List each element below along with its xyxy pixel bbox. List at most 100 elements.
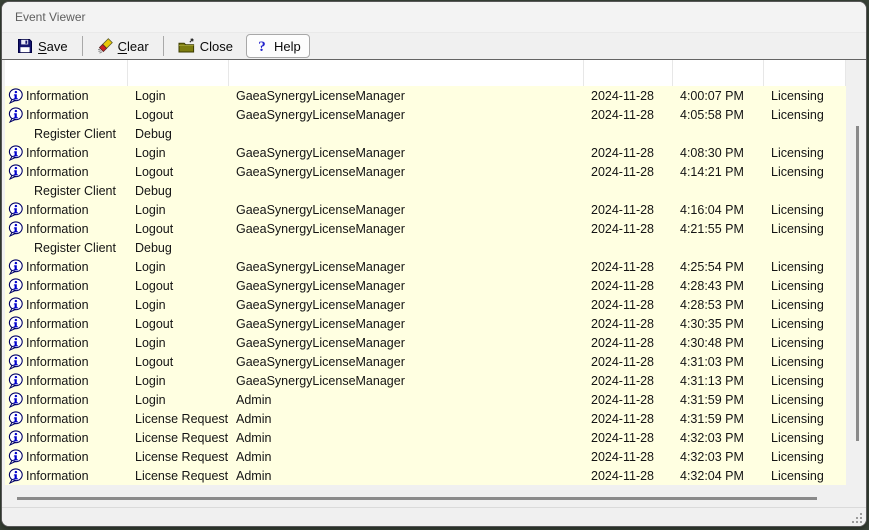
column-header-date[interactable]: [584, 60, 673, 86]
cell-user: Admin: [229, 466, 584, 485]
save-button[interactable]: Save: [8, 34, 77, 58]
cell-id: Debug: [128, 238, 229, 257]
cell-type: Information: [5, 276, 128, 295]
table-row[interactable]: InformationLicense RequestAdmin2024-11-2…: [5, 466, 846, 485]
cell-type: Information: [5, 447, 128, 466]
table-row[interactable]: InformationLoginGaeaSynergyLicenseManage…: [5, 371, 846, 390]
horizontal-scrollbar[interactable]: [2, 486, 847, 507]
cell-time: 4:28:53 PM: [673, 295, 764, 314]
window-title: Event Viewer: [2, 10, 85, 24]
cell-user: GaeaSynergyLicenseManager: [229, 314, 584, 333]
table-row[interactable]: Register ClientDebug: [5, 124, 846, 143]
cell-date: 2024-11-28: [584, 276, 673, 295]
table-row[interactable]: InformationLogoutGaeaSynergyLicenseManag…: [5, 276, 846, 295]
column-header-time[interactable]: [673, 60, 764, 86]
resize-grip[interactable]: [850, 511, 862, 523]
cell-id: License Request: [128, 447, 229, 466]
cell-category: Licensing: [764, 105, 846, 124]
cell-category: [764, 124, 846, 143]
cell-type: Register Client: [5, 238, 128, 257]
cell-category: Licensing: [764, 314, 846, 333]
information-icon: [7, 411, 24, 427]
close-button[interactable]: Close: [169, 34, 242, 58]
cell-type-label: Information: [26, 298, 89, 312]
cell-date: 2024-11-28: [584, 105, 673, 124]
table-row[interactable]: InformationLoginAdmin2024-11-284:31:59 P…: [5, 390, 846, 409]
cell-id: Logout: [128, 314, 229, 333]
table-row[interactable]: InformationLogoutGaeaSynergyLicenseManag…: [5, 219, 846, 238]
cell-user: GaeaSynergyLicenseManager: [229, 219, 584, 238]
cell-type: Information: [5, 219, 128, 238]
horizontal-scrollbar-thumb[interactable]: [17, 497, 817, 500]
information-icon: [7, 221, 24, 237]
cell-type-label: Information: [26, 89, 89, 103]
table-row[interactable]: InformationLogoutGaeaSynergyLicenseManag…: [5, 352, 846, 371]
column-header-type[interactable]: [5, 60, 128, 86]
table-row[interactable]: InformationLicense RequestAdmin2024-11-2…: [5, 428, 846, 447]
cell-id: Login: [128, 295, 229, 314]
cell-time: 4:00:07 PM: [673, 86, 764, 105]
information-icon: [7, 278, 24, 294]
cell-id: License Request: [128, 428, 229, 447]
cell-date: 2024-11-28: [584, 143, 673, 162]
cell-time: 4:16:04 PM: [673, 200, 764, 219]
cell-user: GaeaSynergyLicenseManager: [229, 257, 584, 276]
cell-id: Login: [128, 333, 229, 352]
cell-date: [584, 181, 673, 200]
cell-category: Licensing: [764, 371, 846, 390]
event-viewer-window: Event Viewer Save Clear Close?Help Informa…: [1, 1, 867, 527]
table-row[interactable]: InformationLoginGaeaSynergyLicenseManage…: [5, 333, 846, 352]
cell-time: 4:30:48 PM: [673, 333, 764, 352]
cell-type-label: Register Client: [34, 184, 116, 198]
help-button[interactable]: ?Help: [246, 34, 310, 58]
clear-button-label: Clear: [118, 39, 149, 54]
cell-date: 2024-11-28: [584, 390, 673, 409]
table-row[interactable]: InformationLoginGaeaSynergyLicenseManage…: [5, 86, 846, 105]
information-icon: [7, 354, 24, 370]
table-row[interactable]: InformationLoginGaeaSynergyLicenseManage…: [5, 200, 846, 219]
column-header-id[interactable]: [128, 60, 229, 86]
cell-type-label: Information: [26, 393, 89, 407]
cell-time: 4:31:59 PM: [673, 409, 764, 428]
cell-id: Login: [128, 257, 229, 276]
table-row[interactable]: Register Client Debug: [5, 238, 846, 257]
cell-type: Information: [5, 295, 128, 314]
cell-type: Register Client: [5, 181, 128, 200]
svg-text:?: ?: [258, 39, 266, 54]
titlebar[interactable]: Event Viewer: [2, 2, 866, 32]
cell-date: 2024-11-28: [584, 314, 673, 333]
cell-date: [584, 124, 673, 143]
cell-type-label: Register Client: [34, 241, 116, 255]
folder-icon: [178, 38, 195, 54]
cell-time: 4:21:55 PM: [673, 219, 764, 238]
table-row[interactable]: Register Client Debug: [5, 181, 846, 200]
vertical-scrollbar[interactable]: [847, 60, 866, 507]
table-row[interactable]: InformationLoginGaeaSynergyLicenseManage…: [5, 257, 846, 276]
cell-type: Information: [5, 143, 128, 162]
table-row[interactable]: InformationLoginGaeaSynergyLicenseManage…: [5, 143, 846, 162]
cell-id: Debug: [128, 181, 229, 200]
cell-type: Information: [5, 409, 128, 428]
cell-date: 2024-11-28: [584, 219, 673, 238]
table-row[interactable]: InformationLogoutGaeaSynergyLicenseManag…: [5, 162, 846, 181]
table-row[interactable]: InformationLicense RequestAdmin2024-11-2…: [5, 409, 846, 428]
clear-button[interactable]: Clear: [88, 34, 158, 58]
information-icon: [7, 430, 24, 446]
information-icon: [7, 335, 24, 351]
table-row[interactable]: InformationLoginGaeaSynergyLicenseManage…: [5, 295, 846, 314]
cell-date: 2024-11-28: [584, 257, 673, 276]
cell-type-label: Information: [26, 165, 89, 179]
table-row[interactable]: InformationLogoutGaeaSynergyLicenseManag…: [5, 105, 846, 124]
vertical-scrollbar-thumb[interactable]: [856, 126, 859, 441]
table-row[interactable]: InformationLicense RequestAdmin2024-11-2…: [5, 447, 846, 466]
cell-user: GaeaSynergyLicenseManager: [229, 143, 584, 162]
column-header-category[interactable]: [764, 60, 846, 86]
table-row[interactable]: InformationLogoutGaeaSynergyLicenseManag…: [5, 314, 846, 333]
column-header-user[interactable]: [229, 60, 584, 86]
cell-date: 2024-11-28: [584, 352, 673, 371]
cell-category: Licensing: [764, 295, 846, 314]
cell-id: Login: [128, 143, 229, 162]
information-icon: [7, 392, 24, 408]
cell-type: Information: [5, 390, 128, 409]
cell-id: Login: [128, 371, 229, 390]
